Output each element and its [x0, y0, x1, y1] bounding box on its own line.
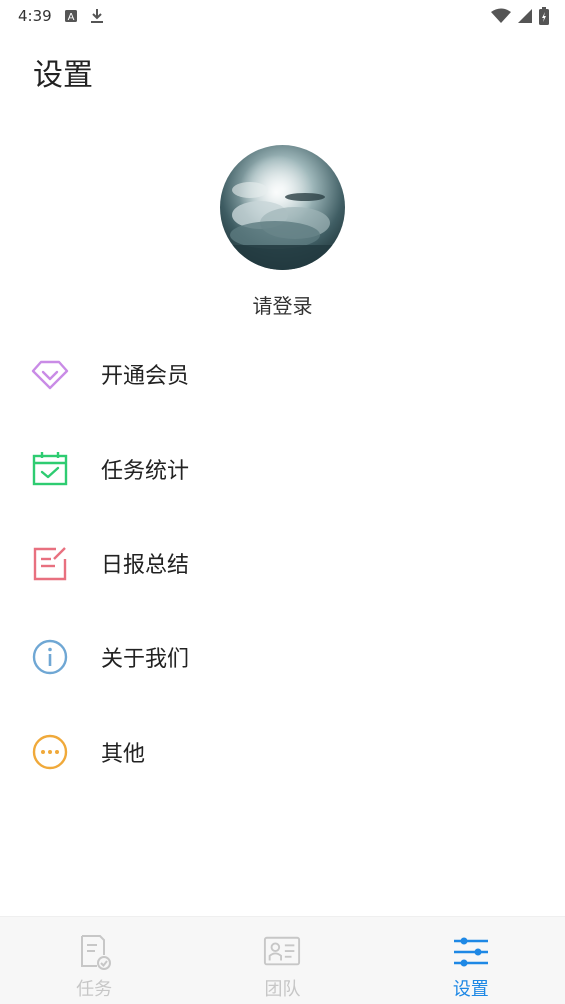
status-bar: 4:39 A — [0, 0, 565, 32]
status-time: 4:39 — [18, 7, 52, 25]
svg-text:A: A — [67, 12, 74, 23]
task-icon — [75, 933, 113, 971]
page-title: 设置 — [33, 58, 93, 93]
signal-icon — [517, 8, 533, 24]
battery-icon — [539, 7, 549, 25]
sliders-icon — [452, 933, 490, 971]
menu-item-other[interactable]: 其他 — [0, 705, 565, 799]
calendar-check-icon — [30, 449, 70, 489]
settings-menu: 开通会员 任务统计 日报总结 关于我们 其他 — [0, 327, 565, 799]
menu-item-daily-report[interactable]: 日报总结 — [0, 516, 565, 610]
login-prompt[interactable]: 请登录 — [0, 290, 565, 319]
tab-team[interactable]: 团队 — [188, 917, 376, 1004]
more-icon — [30, 732, 70, 772]
menu-item-about-us[interactable]: 关于我们 — [0, 610, 565, 704]
a-notification-icon: A — [64, 9, 78, 23]
settings-screen: 4:39 A 设置 请登录 开通会员 任务统计 日报总结 关于我们 其他 任务 … — [0, 0, 565, 1004]
menu-item-membership[interactable]: 开通会员 — [0, 327, 565, 421]
tab-label: 设置 — [452, 979, 489, 1000]
diamond-icon — [30, 354, 70, 394]
tab-tasks[interactable]: 任务 — [0, 917, 188, 1004]
edit-note-icon — [30, 543, 70, 583]
team-card-icon — [263, 933, 301, 971]
tab-label: 任务 — [76, 979, 113, 1000]
menu-label: 关于我们 — [101, 647, 190, 673]
menu-label: 其他 — [101, 741, 146, 767]
tab-settings[interactable]: 设置 — [377, 917, 565, 1004]
download-icon — [90, 8, 104, 24]
tab-label: 团队 — [264, 979, 301, 1000]
wifi-icon — [491, 8, 511, 24]
menu-item-task-stats[interactable]: 任务统计 — [0, 421, 565, 515]
bottom-nav: 任务 团队 设置 — [0, 916, 565, 1004]
status-right — [491, 7, 549, 25]
menu-label: 开通会员 — [101, 364, 190, 390]
status-left: 4:39 A — [18, 7, 104, 25]
avatar[interactable] — [220, 145, 345, 270]
info-icon — [30, 637, 70, 677]
menu-label: 日报总结 — [101, 552, 190, 578]
menu-label: 任务统计 — [101, 458, 190, 484]
